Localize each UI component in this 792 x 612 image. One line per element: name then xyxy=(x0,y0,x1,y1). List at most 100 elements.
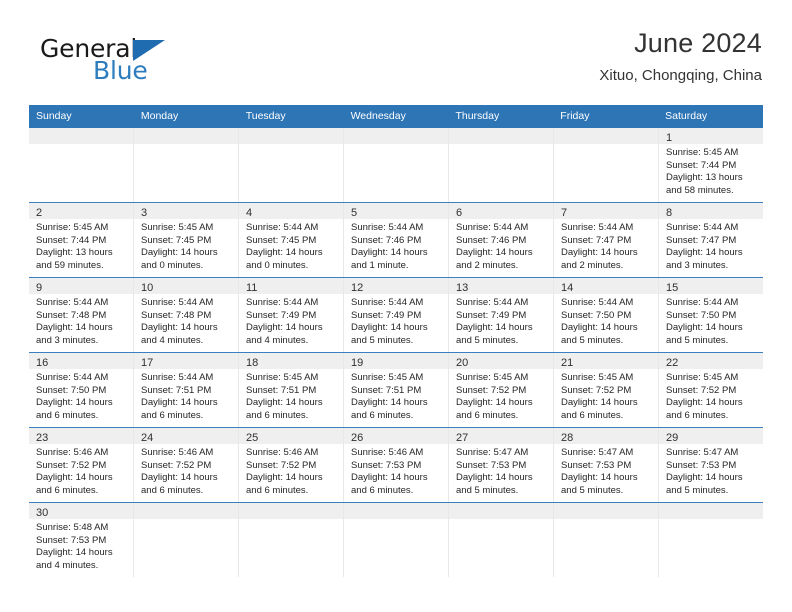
daylight-text-line2: and 6 minutes. xyxy=(141,484,204,496)
calendar-day-cell[interactable]: 6 Sunrise: 5:44 AM Sunset: 7:46 PM Daylight… xyxy=(448,203,553,278)
sunrise-text: Sunrise: 5:44 AM xyxy=(141,297,214,309)
daylight-text-line1: Daylight: 14 hours xyxy=(456,247,533,259)
daylight-text-line1: Daylight: 14 hours xyxy=(351,322,428,334)
daylight-text-line2: and 0 minutes. xyxy=(141,259,204,271)
calendar-day-cell[interactable]: 11 Sunrise: 5:44 AM Sunset: 7:49 PM Dayligh… xyxy=(238,278,343,353)
daylight-text-line1: Daylight: 14 hours xyxy=(141,397,218,409)
sunrise-text: Sunrise: 5:46 AM xyxy=(141,447,214,459)
day-number: 7 xyxy=(561,207,568,220)
general-blue-logo[interactable]: General Blue xyxy=(40,36,250,92)
calendar-day-cell[interactable]: 12 Sunrise: 5:44 AM Sunset: 7:49 PM Dayligh… xyxy=(343,278,448,353)
calendar-day-cell[interactable]: 25 Sunrise: 5:46 AM Sunset: 7:52 PM Dayligh… xyxy=(238,428,343,503)
calendar-day-cell[interactable]: 9 Sunrise: 5:44 AM Sunset: 7:48 PM Daylight… xyxy=(29,278,133,353)
calendar-day-cell[interactable]: 10 Sunrise: 5:44 AM Sunset: 7:48 PM Dayligh… xyxy=(133,278,238,353)
daylight-text-line2: and 5 minutes. xyxy=(561,334,624,346)
day-number: 19 xyxy=(351,357,364,370)
weekday-header-friday: Friday xyxy=(560,110,590,122)
day-number-band xyxy=(554,128,658,145)
sunset-text: Sunset: 7:44 PM xyxy=(666,159,737,171)
day-number-band: 25 xyxy=(239,428,343,445)
calendar-day-cell[interactable]: 15 Sunrise: 5:44 AM Sunset: 7:50 PM Dayligh… xyxy=(658,278,763,353)
calendar-day-cell[interactable]: 19 Sunrise: 5:45 AM Sunset: 7:51 PM Dayligh… xyxy=(343,353,448,428)
daylight-text-line2: and 5 minutes. xyxy=(351,334,414,346)
calendar-day-cell-empty xyxy=(238,503,343,578)
day-number: 27 xyxy=(456,432,469,445)
sunrise-text: Sunrise: 5:45 AM xyxy=(141,222,214,234)
daylight-text-line1: Daylight: 14 hours xyxy=(561,472,638,484)
calendar-day-cell[interactable]: 7 Sunrise: 5:44 AM Sunset: 7:47 PM Daylight… xyxy=(553,203,658,278)
daylight-text-line1: Daylight: 14 hours xyxy=(141,247,218,259)
calendar-day-cell[interactable]: 28 Sunrise: 5:47 AM Sunset: 7:53 PM Dayligh… xyxy=(553,428,658,503)
calendar-day-cell[interactable]: 8 Sunrise: 5:44 AM Sunset: 7:47 PM Daylight… xyxy=(658,203,763,278)
day-sun-info: Sunrise: 5:44 AM Sunset: 7:45 PM Daylight:… xyxy=(239,219,343,276)
day-sun-info: Sunrise: 5:45 AM Sunset: 7:51 PM Daylight:… xyxy=(344,369,448,426)
calendar-day-cell[interactable]: 5 Sunrise: 5:44 AM Sunset: 7:46 PM Daylight… xyxy=(343,203,448,278)
logo-text-blue: Blue xyxy=(93,56,148,85)
daylight-text-line2: and 5 minutes. xyxy=(456,484,519,496)
calendar-day-cell[interactable]: 13 Sunrise: 5:44 AM Sunset: 7:49 PM Dayligh… xyxy=(448,278,553,353)
calendar-day-cell[interactable]: 29 Sunrise: 5:47 AM Sunset: 7:53 PM Dayligh… xyxy=(658,428,763,503)
calendar-day-cell[interactable]: 30 Sunrise: 5:48 AM Sunset: 7:53 PM Dayligh… xyxy=(29,503,133,578)
calendar-day-cell[interactable]: 24 Sunrise: 5:46 AM Sunset: 7:52 PM Dayligh… xyxy=(133,428,238,503)
page-subtitle-location: Xituo, Chongqing, China xyxy=(599,66,762,84)
day-sun-info: Sunrise: 5:45 AM Sunset: 7:52 PM Daylight:… xyxy=(449,369,553,426)
day-number: 22 xyxy=(666,357,679,370)
daylight-text-line2: and 6 minutes. xyxy=(141,409,204,421)
calendar-day-cell[interactable]: 17 Sunrise: 5:44 AM Sunset: 7:51 PM Dayligh… xyxy=(133,353,238,428)
weekday-header-monday: Monday xyxy=(140,110,179,122)
calendar-day-cell[interactable]: 14 Sunrise: 5:44 AM Sunset: 7:50 PM Dayligh… xyxy=(553,278,658,353)
calendar-day-cell[interactable]: 20 Sunrise: 5:45 AM Sunset: 7:52 PM Dayligh… xyxy=(448,353,553,428)
sunrise-text: Sunrise: 5:46 AM xyxy=(36,447,109,459)
weekday-header-thursday: Thursday xyxy=(455,110,500,122)
day-sun-info: Sunrise: 5:44 AM Sunset: 7:50 PM Daylight:… xyxy=(659,294,763,351)
daylight-text-line1: Daylight: 14 hours xyxy=(666,247,743,259)
day-number: 20 xyxy=(456,357,469,370)
daylight-text-line1: Daylight: 14 hours xyxy=(36,322,113,334)
calendar-day-cell[interactable]: 2 Sunrise: 5:45 AM Sunset: 7:44 PM Daylight… xyxy=(29,203,133,278)
day-sun-info: Sunrise: 5:44 AM Sunset: 7:51 PM Daylight:… xyxy=(134,369,238,426)
page-title: June 2024 xyxy=(634,28,762,58)
sunrise-text: Sunrise: 5:44 AM xyxy=(246,222,319,234)
day-number: 21 xyxy=(561,357,574,370)
calendar-week-row: 9 Sunrise: 5:44 AM Sunset: 7:48 PM Daylight… xyxy=(29,277,763,353)
day-number-band xyxy=(659,503,763,520)
daylight-text-line2: and 5 minutes. xyxy=(561,484,624,496)
day-number-band: 2 xyxy=(29,203,133,220)
daylight-text-line1: Daylight: 14 hours xyxy=(456,397,533,409)
daylight-text-line1: Daylight: 14 hours xyxy=(666,322,743,334)
calendar-week-row: 2 Sunrise: 5:45 AM Sunset: 7:44 PM Daylight… xyxy=(29,202,763,278)
day-number-band: 7 xyxy=(554,203,658,220)
sunset-text: Sunset: 7:45 PM xyxy=(246,234,317,246)
calendar-day-cell[interactable]: 21 Sunrise: 5:45 AM Sunset: 7:52 PM Dayligh… xyxy=(553,353,658,428)
calendar-day-cell[interactable]: 1 Sunrise: 5:45 AM Sunset: 7:44 PM Daylight… xyxy=(658,128,763,203)
calendar-day-cell[interactable]: 18 Sunrise: 5:45 AM Sunset: 7:51 PM Dayligh… xyxy=(238,353,343,428)
calendar-day-cell-empty xyxy=(343,503,448,578)
calendar-day-cell[interactable]: 23 Sunrise: 5:46 AM Sunset: 7:52 PM Dayligh… xyxy=(29,428,133,503)
calendar-day-cell[interactable]: 22 Sunrise: 5:45 AM Sunset: 7:52 PM Dayligh… xyxy=(658,353,763,428)
weekday-header-row: Sunday Monday Tuesday Wednesday Thursday… xyxy=(29,105,763,129)
calendar-day-cell[interactable]: 3 Sunrise: 5:45 AM Sunset: 7:45 PM Daylight… xyxy=(133,203,238,278)
day-number-band: 27 xyxy=(449,428,553,445)
calendar-day-cell[interactable]: 27 Sunrise: 5:47 AM Sunset: 7:53 PM Dayligh… xyxy=(448,428,553,503)
calendar-weeks: 1 Sunrise: 5:45 AM Sunset: 7:44 PM Daylight… xyxy=(29,128,763,578)
day-sun-info: Sunrise: 5:48 AM Sunset: 7:53 PM Daylight:… xyxy=(29,519,133,576)
day-number-band: 9 xyxy=(29,278,133,295)
calendar-day-cell[interactable]: 4 Sunrise: 5:44 AM Sunset: 7:45 PM Daylight… xyxy=(238,203,343,278)
calendar-week-row: 23 Sunrise: 5:46 AM Sunset: 7:52 PM Dayligh… xyxy=(29,427,763,503)
day-number: 14 xyxy=(561,282,574,295)
title-block: June 2024 Xituo, Chongqing, China xyxy=(599,28,762,85)
day-number: 30 xyxy=(36,507,49,520)
day-number-band xyxy=(554,503,658,520)
calendar-day-cell[interactable]: 26 Sunrise: 5:46 AM Sunset: 7:53 PM Dayligh… xyxy=(343,428,448,503)
daylight-text-line1: Daylight: 14 hours xyxy=(456,472,533,484)
daylight-text-line2: and 1 minute. xyxy=(351,259,409,271)
calendar-week-row: 16 Sunrise: 5:44 AM Sunset: 7:50 PM Dayligh… xyxy=(29,352,763,428)
day-number-band xyxy=(344,503,448,520)
daylight-text-line1: Daylight: 14 hours xyxy=(561,247,638,259)
daylight-text-line1: Daylight: 14 hours xyxy=(36,472,113,484)
sunrise-text: Sunrise: 5:45 AM xyxy=(666,372,739,384)
calendar-day-cell-empty xyxy=(133,503,238,578)
sunset-text: Sunset: 7:46 PM xyxy=(456,234,527,246)
day-number-band: 30 xyxy=(29,503,133,520)
calendar-day-cell[interactable]: 16 Sunrise: 5:44 AM Sunset: 7:50 PM Dayligh… xyxy=(29,353,133,428)
